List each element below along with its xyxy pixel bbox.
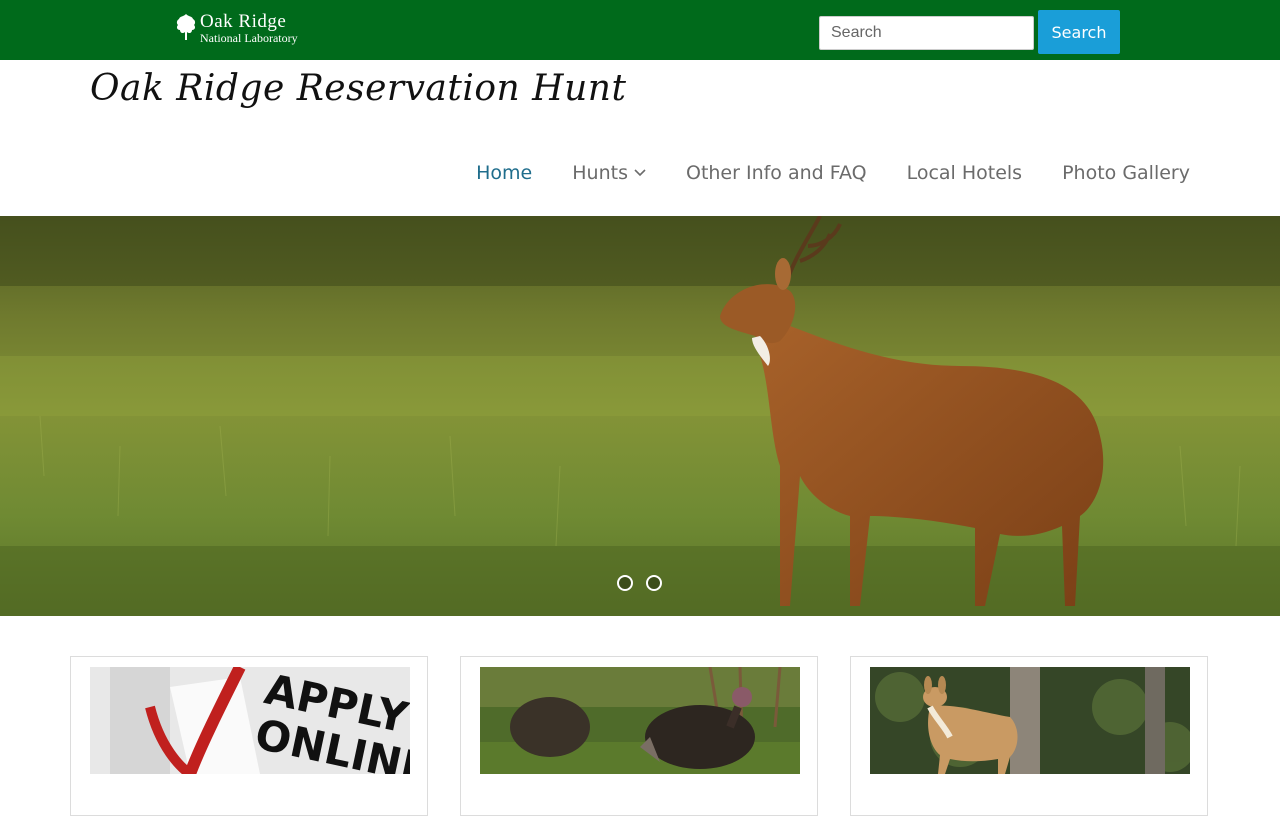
search-button[interactable]: Search bbox=[1038, 10, 1120, 54]
chevron-down-icon bbox=[634, 169, 646, 177]
apply-online-image[interactable]: APPLYONLINE bbox=[90, 667, 410, 774]
main-nav: Home Hunts Other Info and FAQ Local Hote… bbox=[476, 158, 1190, 188]
nav-photo-gallery-label: Photo Gallery bbox=[1062, 162, 1190, 184]
nav-local-hotels-label: Local Hotels bbox=[906, 162, 1023, 184]
wild-turkeys-image[interactable] bbox=[480, 667, 800, 774]
hero-deer-image bbox=[0, 216, 1280, 616]
card-deer-hunt[interactable] bbox=[850, 656, 1208, 816]
slider-dot-2[interactable] bbox=[646, 575, 662, 591]
search-input[interactable] bbox=[819, 16, 1034, 50]
nav-other-info-label: Other Info and FAQ bbox=[685, 162, 867, 184]
nav-home[interactable]: Home bbox=[476, 162, 532, 184]
logo-line2: National Laboratory bbox=[200, 31, 298, 45]
oak-ridge-logo[interactable]: Oak Ridge National Laboratory bbox=[174, 12, 314, 48]
nav-photo-gallery[interactable]: Photo Gallery bbox=[1062, 162, 1190, 184]
top-bar: Oak Ridge National Laboratory Search bbox=[0, 0, 1280, 60]
nav-hunts[interactable]: Hunts bbox=[572, 162, 646, 184]
slider-dots bbox=[617, 575, 662, 591]
hero-slider[interactable] bbox=[0, 216, 1280, 616]
nav-other-info[interactable]: Other Info and FAQ bbox=[686, 162, 867, 184]
card-apply-online[interactable]: APPLYONLINE bbox=[70, 656, 428, 816]
nav-home-label: Home bbox=[476, 162, 533, 184]
logo-line1: Oak Ridge bbox=[200, 11, 287, 32]
slider-dot-1[interactable] bbox=[617, 575, 633, 591]
site-title[interactable]: Oak Ridge Reservation Hunt bbox=[90, 68, 626, 109]
card-turkey-hunt[interactable] bbox=[460, 656, 818, 816]
nav-local-hotels[interactable]: Local Hotels bbox=[907, 162, 1023, 184]
oak-leaf-icon bbox=[176, 14, 196, 40]
nav-hunts-label: Hunts bbox=[572, 162, 628, 184]
deer-in-woods-image[interactable] bbox=[870, 667, 1190, 774]
